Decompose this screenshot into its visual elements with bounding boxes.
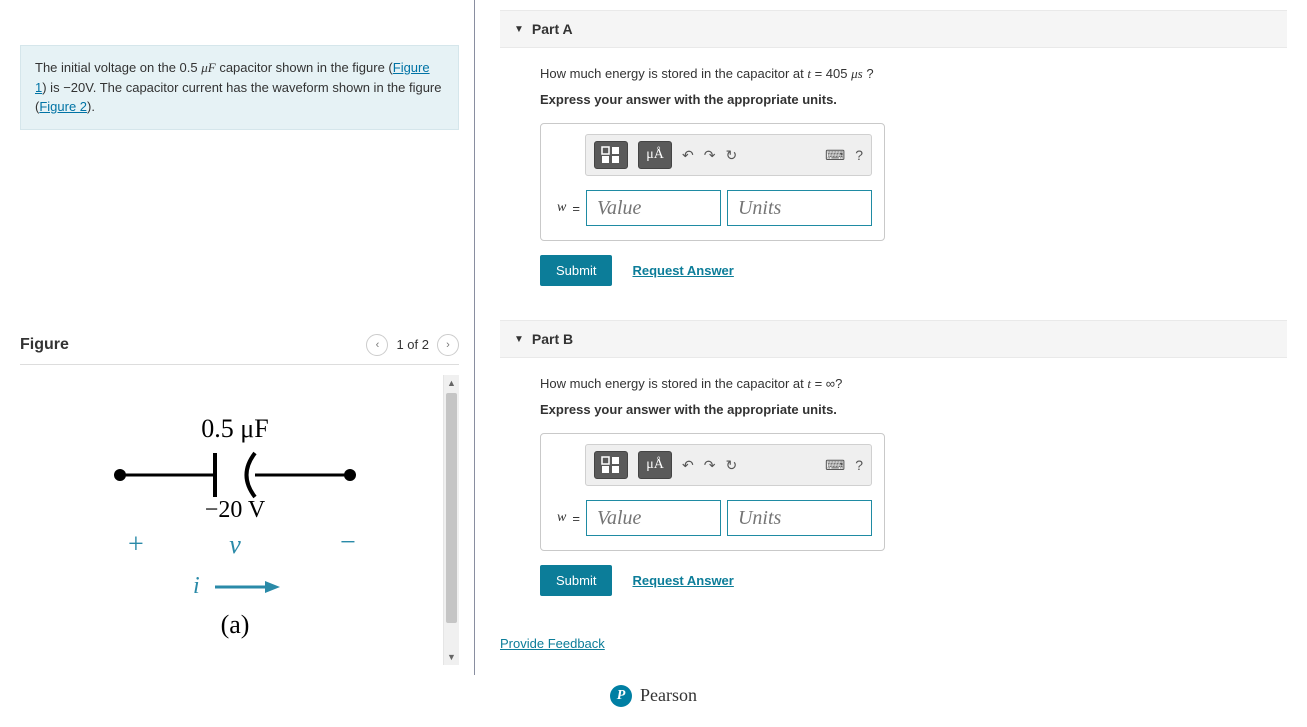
- figure-title: Figure: [20, 336, 69, 354]
- equals-sign: =: [572, 511, 580, 526]
- pearson-brand: Pearson: [640, 685, 697, 706]
- answer-toolbar: μÅ ↶ ↷ ↻ ⌨ ?: [585, 134, 872, 176]
- part-title: Part B: [532, 331, 573, 347]
- problem-text: . The capacitor current has the waveform…: [35, 80, 442, 115]
- value-input[interactable]: [586, 190, 721, 226]
- redo-button[interactable]: ↷: [704, 147, 716, 164]
- problem-statement: The initial voltage on the 0.5 μF capaci…: [20, 45, 459, 130]
- pager-label: 1 of 2: [396, 337, 429, 352]
- answer-box: μÅ ↶ ↷ ↻ ⌨ ? w =: [540, 123, 885, 241]
- voltage-label: −20 V: [205, 497, 266, 523]
- answer-box: μÅ ↶ ↷ ↻ ⌨ ? w =: [540, 433, 885, 551]
- figure-pager: ‹ 1 of 2 ›: [366, 334, 459, 356]
- reset-button[interactable]: ↻: [725, 147, 737, 164]
- question-text: ?: [863, 66, 874, 81]
- problem-text: ).: [87, 99, 95, 114]
- undo-button[interactable]: ↶: [682, 147, 694, 164]
- pearson-p-icon: P: [610, 685, 632, 707]
- microfarad-symbol: μF: [201, 60, 215, 75]
- problem-text: capacitor shown in the figure (: [216, 60, 393, 75]
- voltage-variable: v: [229, 530, 241, 559]
- next-figure-button[interactable]: ›: [437, 334, 459, 356]
- question-text: ?: [835, 376, 842, 391]
- unit: μs: [851, 66, 863, 81]
- initial-voltage: −20V: [63, 80, 93, 95]
- help-button[interactable]: ?: [855, 147, 863, 163]
- template-button[interactable]: [594, 141, 628, 169]
- part-a-header[interactable]: ▼ Part A: [500, 10, 1287, 48]
- question-text: = ∞: [811, 376, 835, 391]
- scroll-up-button[interactable]: ▲: [444, 375, 459, 391]
- figure-scrollbar[interactable]: ▲ ▼: [443, 375, 459, 665]
- part-b-header[interactable]: ▼ Part B: [500, 320, 1287, 358]
- figure-content: 0.5 μF −20 V + − v i (a) ▲ ▼: [20, 375, 459, 665]
- submit-button[interactable]: Submit: [540, 565, 612, 596]
- minus-terminal: −: [340, 527, 356, 558]
- redo-button[interactable]: ↷: [704, 457, 716, 474]
- part-title: Part A: [532, 21, 573, 37]
- question-text: = 405: [811, 66, 851, 81]
- circuit-diagram: 0.5 μF −20 V + − v i (a): [80, 395, 400, 655]
- template-button[interactable]: [594, 451, 628, 479]
- pearson-logo: P Pearson: [610, 685, 697, 707]
- current-variable: i: [193, 573, 200, 599]
- units-button[interactable]: μÅ: [638, 141, 672, 169]
- footer: P Pearson: [0, 675, 1307, 727]
- submit-button[interactable]: Submit: [540, 255, 612, 286]
- prev-figure-button[interactable]: ‹: [366, 334, 388, 356]
- variable-label: w: [557, 200, 566, 216]
- help-button[interactable]: ?: [855, 457, 863, 473]
- keyboard-button[interactable]: ⌨: [825, 147, 845, 164]
- part-a-question: How much energy is stored in the capacit…: [540, 66, 1287, 82]
- part-b-question: How much energy is stored in the capacit…: [540, 376, 1287, 392]
- variable-label: w: [557, 510, 566, 526]
- problem-text: ) is: [42, 80, 63, 95]
- units-button[interactable]: μÅ: [638, 451, 672, 479]
- value-input[interactable]: [586, 500, 721, 536]
- answer-toolbar: μÅ ↶ ↷ ↻ ⌨ ?: [585, 444, 872, 486]
- request-answer-link[interactable]: Request Answer: [632, 263, 733, 278]
- subfigure-label: (a): [221, 610, 250, 639]
- plus-terminal: +: [128, 529, 144, 560]
- instruction: Express your answer with the appropriate…: [540, 402, 1287, 417]
- capacitance-label: 0.5 μF: [201, 414, 268, 443]
- equals-sign: =: [572, 201, 580, 216]
- undo-button[interactable]: ↶: [682, 457, 694, 474]
- request-answer-link[interactable]: Request Answer: [632, 573, 733, 588]
- figure-2-link[interactable]: Figure 2: [39, 99, 87, 114]
- problem-text: The initial voltage on the 0.5: [35, 60, 201, 75]
- collapse-icon: ▼: [514, 24, 524, 35]
- units-input[interactable]: [727, 500, 872, 536]
- instruction: Express your answer with the appropriate…: [540, 92, 1287, 107]
- units-input[interactable]: [727, 190, 872, 226]
- scroll-down-button[interactable]: ▼: [444, 649, 459, 665]
- provide-feedback-link[interactable]: Provide Feedback: [500, 636, 605, 651]
- keyboard-button[interactable]: ⌨: [825, 457, 845, 474]
- question-text: How much energy is stored in the capacit…: [540, 66, 807, 81]
- question-text: How much energy is stored in the capacit…: [540, 376, 807, 391]
- collapse-icon: ▼: [514, 334, 524, 345]
- scroll-thumb[interactable]: [446, 393, 457, 623]
- reset-button[interactable]: ↻: [725, 457, 737, 474]
